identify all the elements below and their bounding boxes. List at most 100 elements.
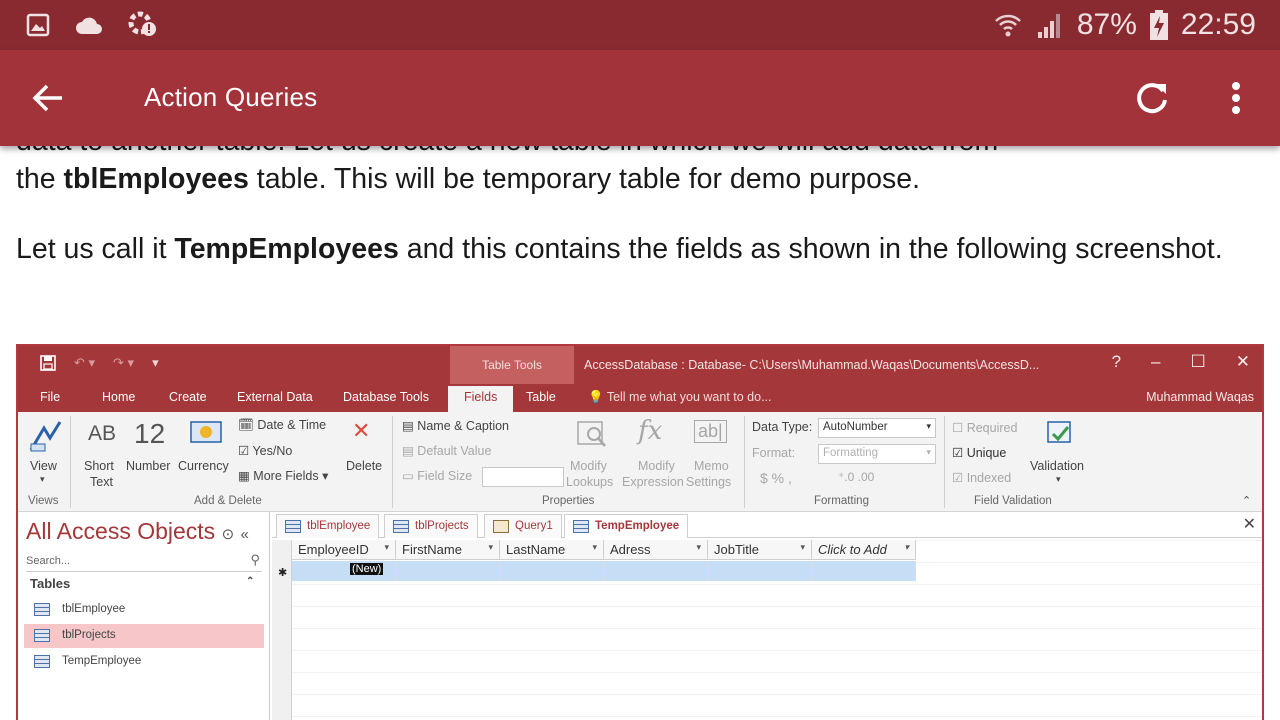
delete-button[interactable]: Delete: [346, 459, 382, 473]
view-button[interactable]: View: [30, 459, 57, 473]
cell-firstname[interactable]: [396, 561, 500, 581]
user-name: Muhammad Waqas: [1146, 390, 1254, 404]
collapse-section-icon[interactable]: ⌃: [246, 576, 254, 587]
view-dropdown-icon[interactable]: ▾: [40, 474, 45, 485]
datasheet-header: EmployeeID FirstName LastName Adress Job…: [292, 540, 916, 560]
back-arrow-icon[interactable]: [28, 78, 68, 118]
modify-expression-button-line2[interactable]: Expression: [622, 475, 684, 489]
table-icon: [285, 520, 301, 533]
indexed-checkbox[interactable]: ☑ Indexed: [952, 470, 1011, 485]
cell-employeeid[interactable]: (New): [292, 561, 396, 581]
nav-menu-icon[interactable]: ⊙: [222, 526, 235, 543]
format-select[interactable]: Formatting ▾: [818, 444, 936, 464]
maximize-button[interactable]: ☐: [1191, 352, 1206, 372]
memo-settings-button[interactable]: Memo: [694, 459, 729, 473]
decimal-places-icons[interactable]: ⁺.0 .00: [838, 470, 874, 484]
delete-icon[interactable]: ✕: [352, 418, 370, 444]
data-type-label: Data Type:: [752, 420, 813, 434]
table-icon: [34, 603, 50, 616]
tab-fields[interactable]: Fields: [448, 386, 514, 412]
yes-no-button[interactable]: ☑ Yes/No: [238, 443, 292, 458]
data-type-select[interactable]: AutoNumber ▾: [818, 418, 936, 438]
modify-lookups-icon[interactable]: [574, 418, 610, 450]
column-header-click-to-add[interactable]: Click to Add: [812, 540, 916, 560]
currency-format-buttons[interactable]: $ % ,: [760, 470, 792, 486]
close-document-icon[interactable]: ✕: [1243, 514, 1256, 534]
page-title: Action Queries: [144, 82, 318, 112]
required-checkbox[interactable]: ☐ Required: [952, 420, 1017, 435]
modify-lookups-button-line2[interactable]: Lookups: [566, 475, 613, 489]
table-icon: [573, 520, 589, 533]
unique-checkbox[interactable]: ☑ Unique: [952, 445, 1006, 460]
tell-me-box[interactable]: 💡 Tell me what you want to do...: [588, 390, 772, 405]
memo-settings-button-line2[interactable]: Settings: [686, 475, 731, 489]
doc-tab-tblemployee[interactable]: tblEmployee: [276, 514, 380, 538]
cell-adress[interactable]: [604, 561, 708, 581]
doc-tab-tblprojects[interactable]: tblProjects: [384, 514, 478, 538]
close-window-button[interactable]: ✕: [1236, 352, 1250, 372]
column-header-adress[interactable]: Adress: [604, 540, 708, 560]
number-button[interactable]: Number: [126, 459, 170, 473]
new-record-row: (New): [292, 561, 916, 581]
doc-tab-query1[interactable]: Query1: [484, 514, 562, 538]
field-size-input[interactable]: [482, 467, 564, 487]
doc-tab-tempemployee[interactable]: TempEmployee: [564, 514, 689, 538]
fx-icon[interactable]: fx: [638, 416, 662, 446]
default-value-button[interactable]: ▤ Default Value: [402, 443, 491, 458]
ribbon-separator: [744, 416, 745, 508]
collapse-ribbon-icon[interactable]: ⌃: [1242, 494, 1251, 507]
checkbox-empty-icon: ☐: [952, 421, 964, 435]
view-design-icon[interactable]: [28, 418, 64, 454]
bold-term-tempemployees: TempEmployees: [174, 233, 399, 265]
date-time-button[interactable]: 🗓 Date & Time: [238, 418, 326, 433]
short-text-icon[interactable]: AB: [88, 422, 116, 446]
column-header-employeeid[interactable]: EmployeeID: [292, 540, 396, 560]
nav-search-input[interactable]: Search... ⚲: [26, 552, 262, 572]
clock: 22:59: [1180, 8, 1256, 41]
short-text-button-line2[interactable]: Text: [90, 475, 113, 489]
memo-settings-icon[interactable]: ab|: [694, 420, 727, 443]
modify-lookups-button[interactable]: Modify: [570, 459, 607, 473]
nav-pane-header[interactable]: All Access Objects ⊙ «: [26, 518, 249, 545]
nav-item-tempemployee[interactable]: TempEmployee: [24, 650, 264, 674]
shutter-bar-icon[interactable]: «: [241, 526, 249, 543]
refresh-icon[interactable]: [1132, 78, 1172, 118]
modify-expression-button[interactable]: Modify: [638, 459, 675, 473]
column-header-firstname[interactable]: FirstName: [396, 540, 500, 560]
image-notification-icon: [26, 13, 50, 37]
tab-table[interactable]: Table: [526, 390, 556, 404]
short-text-button[interactable]: Short: [84, 459, 114, 473]
cell-click-to-add[interactable]: [812, 561, 916, 581]
article-body: data to another table. Let us create a n…: [16, 122, 1256, 300]
nav-section-tables[interactable]: Tables ⌃: [30, 576, 254, 591]
nav-item-tblprojects[interactable]: tblProjects: [24, 624, 264, 648]
tab-file[interactable]: File: [40, 390, 60, 404]
access-title-bar: ↶ ▾ ↷ ▾ ▾ Table Tools AccessDatabase : D…: [18, 346, 1262, 384]
validation-dropdown-icon[interactable]: ▾: [1056, 474, 1061, 485]
number-icon[interactable]: 12: [134, 418, 165, 450]
column-header-jobtitle[interactable]: JobTitle: [708, 540, 812, 560]
nav-item-tblemployee[interactable]: tblEmployee: [24, 598, 264, 622]
cell-jobtitle[interactable]: [708, 561, 812, 581]
tab-home[interactable]: Home: [102, 390, 135, 404]
default-value-icon: ▤: [402, 444, 414, 458]
currency-button[interactable]: Currency: [178, 459, 229, 473]
validation-icon[interactable]: [1044, 418, 1076, 450]
cell-lastname[interactable]: [500, 561, 604, 581]
more-fields-button[interactable]: ▦ More Fields ▾: [238, 468, 328, 483]
help-button[interactable]: ?: [1112, 352, 1121, 372]
minimize-button[interactable]: –: [1151, 352, 1160, 372]
search-icon: ⚲: [250, 552, 260, 567]
name-caption-button[interactable]: ▤ Name & Caption: [402, 418, 509, 433]
app-toolbar: Action Queries: [0, 50, 1280, 146]
tab-create[interactable]: Create: [169, 390, 207, 404]
new-value: (New): [350, 563, 384, 575]
currency-icon[interactable]: [190, 420, 222, 448]
group-add-delete-label: Add & Delete: [194, 495, 262, 507]
tab-external-data[interactable]: External Data: [237, 390, 313, 404]
table-icon: [34, 655, 50, 668]
tab-database-tools[interactable]: Database Tools: [343, 390, 429, 404]
validation-button[interactable]: Validation: [1030, 459, 1084, 473]
column-header-lastname[interactable]: LastName: [500, 540, 604, 560]
more-vert-icon[interactable]: [1222, 78, 1250, 118]
